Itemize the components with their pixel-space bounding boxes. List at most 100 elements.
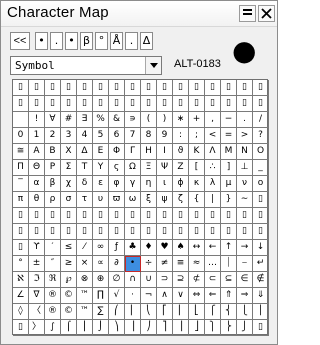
menu-button[interactable] <box>239 5 256 22</box>
char-cell[interactable]: ▯ <box>157 96 173 112</box>
char-cell[interactable]: φ <box>109 176 125 192</box>
char-cell[interactable]: ⎯ <box>237 256 253 272</box>
char-cell[interactable]: ▯ <box>45 80 61 96</box>
char-cell[interactable]: ψ <box>157 192 173 208</box>
char-cell[interactable]: ‾ <box>13 176 29 192</box>
char-cell[interactable]: ℑ <box>29 272 45 288</box>
char-cell[interactable]: ⎧ <box>205 304 221 320</box>
char-cell[interactable]: Ζ <box>173 160 189 176</box>
char-cell[interactable]: Τ <box>77 160 93 176</box>
char-cell[interactable]: ) <box>157 112 173 128</box>
char-cell[interactable]: ℘ <box>61 272 77 288</box>
char-cell[interactable]: ▯ <box>77 80 93 96</box>
char-cell[interactable]: ⇓ <box>253 288 269 304</box>
char-cell[interactable]: ± <box>29 256 45 272</box>
char-cell[interactable]: ▯ <box>29 80 45 96</box>
char-cell[interactable]: δ <box>77 176 93 192</box>
recent-char-button[interactable]: . <box>50 32 63 50</box>
char-cell[interactable]: ⌡ <box>93 320 109 336</box>
char-cell[interactable]: ◊ <box>13 304 29 320</box>
char-cell[interactable]: ; <box>189 128 205 144</box>
char-cell[interactable]: ▯ <box>189 96 205 112</box>
char-cell[interactable]: − <box>221 112 237 128</box>
char-cell[interactable]: ∍ <box>125 112 141 128</box>
char-cell[interactable]: ▯ <box>237 208 253 224</box>
char-cell[interactable]: ▯ <box>109 208 125 224</box>
char-cell[interactable]: ← <box>205 240 221 256</box>
char-cell[interactable]: ▯ <box>141 80 157 96</box>
char-cell[interactable]: ▯ <box>189 208 205 224</box>
char-cell[interactable]: ▯ <box>221 224 237 240</box>
char-cell[interactable]: ▯ <box>205 96 221 112</box>
char-cell[interactable]: ▯ <box>45 208 61 224</box>
char-cell[interactable]: ▯ <box>237 80 253 96</box>
char-cell[interactable]: ⇔ <box>189 288 205 304</box>
char-cell[interactable]: Ω <box>125 160 141 176</box>
char-cell[interactable]: Δ <box>77 144 93 160</box>
char-cell[interactable]: ▯ <box>253 80 269 96</box>
char-cell[interactable]: ▯ <box>45 224 61 240</box>
char-cell[interactable]: ′ <box>45 240 61 256</box>
char-cell[interactable]: # <box>61 112 77 128</box>
char-cell[interactable]: ▯ <box>189 224 205 240</box>
char-cell[interactable]: ⎬ <box>221 320 237 336</box>
char-cell[interactable]: ⊥ <box>237 160 253 176</box>
char-cell[interactable]: ▯ <box>221 208 237 224</box>
char-cell[interactable]: ⁄ <box>77 240 93 256</box>
char-cell[interactable]: ⎭ <box>237 320 253 336</box>
char-cell[interactable]: ▯ <box>61 80 77 96</box>
char-cell[interactable]: α <box>29 176 45 192</box>
char-cell[interactable]: ⋅ <box>125 288 141 304</box>
char-cell[interactable]: ≈ <box>189 256 205 272</box>
char-cell[interactable]: τ <box>77 192 93 208</box>
char-cell[interactable]: ∧ <box>157 288 173 304</box>
char-cell[interactable]: ⎜ <box>125 304 141 320</box>
char-cell[interactable]: ▯ <box>221 96 237 112</box>
char-cell[interactable]: ≅ <box>13 144 29 160</box>
char-cell[interactable]: ▯ <box>253 224 269 240</box>
char-cell[interactable]: γ <box>125 176 141 192</box>
char-cell[interactable]: ⇐ <box>205 288 221 304</box>
char-cell[interactable]: ▯ <box>13 80 29 96</box>
char-cell[interactable]: Π <box>13 160 29 176</box>
char-cell[interactable]: ▯ <box>29 96 45 112</box>
char-cell[interactable]: ∈ <box>237 272 253 288</box>
char-cell[interactable]: ▯ <box>61 96 77 112</box>
char-cell[interactable]: 5 <box>93 128 109 144</box>
char-cell[interactable]: ↔ <box>189 240 205 256</box>
recent-char-button[interactable]: . <box>125 32 138 50</box>
char-cell[interactable]: ⏐ <box>221 256 237 272</box>
char-cell[interactable]: × <box>77 256 93 272</box>
char-cell[interactable]: … <box>205 256 221 272</box>
char-cell[interactable]: ▯ <box>237 96 253 112</box>
title-bar[interactable]: Character Map <box>1 1 277 27</box>
char-cell[interactable]: ⊇ <box>173 272 189 288</box>
char-cell[interactable]: ν <box>237 176 253 192</box>
char-cell[interactable]: Χ <box>61 144 77 160</box>
char-cell[interactable]: ▯ <box>125 208 141 224</box>
char-cell[interactable]: ⎩ <box>237 304 253 320</box>
char-cell[interactable]: . <box>237 112 253 128</box>
char-cell[interactable]: | <box>205 192 221 208</box>
char-cell[interactable]: ▯ <box>125 224 141 240</box>
char-cell[interactable]: ⎢ <box>173 304 189 320</box>
char-cell[interactable]: [ <box>189 160 205 176</box>
char-cell[interactable]: ÷ <box>141 256 157 272</box>
char-cell[interactable]: 〈 <box>29 304 45 320</box>
char-cell[interactable]: 8 <box>141 128 157 144</box>
char-cell[interactable]: ™ <box>77 304 93 320</box>
char-cell[interactable]: ▯ <box>157 208 173 224</box>
char-cell[interactable]: 6 <box>109 128 125 144</box>
char-cell[interactable]: Ρ <box>45 160 61 176</box>
char-cell[interactable]: ε <box>93 176 109 192</box>
char-cell[interactable]: ▯ <box>173 224 189 240</box>
char-cell[interactable]: ℵ <box>13 272 29 288</box>
char-cell[interactable]: ο <box>253 176 269 192</box>
char-cell[interactable]: % <box>93 112 109 128</box>
char-cell[interactable]: ▯ <box>93 80 109 96</box>
char-cell[interactable]: β <box>45 176 61 192</box>
recent-char-button[interactable]: Å <box>110 32 123 50</box>
char-cell[interactable]: ↓ <box>253 240 269 256</box>
char-cell[interactable]: ϑ <box>173 144 189 160</box>
char-cell[interactable]: ▯ <box>109 96 125 112</box>
